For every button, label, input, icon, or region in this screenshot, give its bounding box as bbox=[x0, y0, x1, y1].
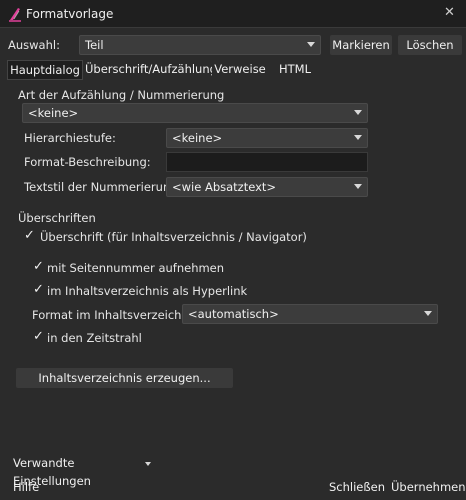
tab-html[interactable]: HTML bbox=[269, 60, 321, 80]
chevron-down-icon bbox=[424, 311, 432, 316]
toc-heading-label: Überschrift (für Inhaltsverzeichnis / Na… bbox=[40, 230, 307, 244]
related-settings-button[interactable]: Verwandte Einstellungen bbox=[8, 453, 154, 488]
tab-references[interactable]: Verweise bbox=[212, 60, 268, 80]
page-number-label: mit Seitennummer aufnehmen bbox=[47, 261, 225, 275]
toc-format-dropdown[interactable]: <automatisch> bbox=[182, 304, 438, 324]
app-logo-icon bbox=[9, 8, 21, 22]
toc-heading-checkbox[interactable]: ✓ bbox=[24, 228, 35, 243]
selection-value: Teil bbox=[85, 38, 104, 52]
chevron-down-icon bbox=[354, 135, 362, 140]
help-button[interactable]: Hilfe bbox=[8, 477, 44, 497]
mark-button[interactable]: Markieren bbox=[330, 35, 392, 55]
apply-button[interactable]: Übernehmen bbox=[390, 477, 466, 497]
hyperlink-label: im Inhaltsverzeichnis als Hyperlink bbox=[47, 284, 248, 298]
numbering-type-value: <keine> bbox=[28, 106, 79, 120]
close-button[interactable]: Schließen bbox=[328, 477, 385, 497]
selection-dropdown[interactable]: Teil bbox=[79, 35, 321, 55]
numbering-textstyle-label: Textstil der Nummerierung: bbox=[24, 180, 182, 194]
tab-heading-numbering[interactable]: Überschrift/Aufzählung bbox=[85, 60, 217, 80]
delete-button[interactable]: Löschen bbox=[398, 35, 462, 55]
hierarchy-level-value: <keine> bbox=[172, 131, 223, 145]
tab-main-dialog[interactable]: Hauptdialog bbox=[7, 60, 83, 80]
numbering-section-title: Art der Aufzählung / Nummerierung bbox=[18, 88, 225, 102]
chevron-down-icon bbox=[354, 110, 362, 115]
page-number-checkbox[interactable]: ✓ bbox=[33, 259, 44, 274]
numbering-textstyle-value: <wie Absatztext> bbox=[172, 180, 277, 194]
toc-format-label: Format im Inhaltsverzeichnis: bbox=[32, 308, 202, 322]
window-title: Formatvorlage bbox=[26, 7, 114, 21]
close-icon[interactable]: ✕ bbox=[444, 5, 455, 20]
selection-label: Auswahl: bbox=[8, 38, 60, 52]
format-description-label: Format-Beschreibung: bbox=[24, 155, 151, 169]
chevron-down-icon bbox=[307, 42, 315, 47]
timeline-checkbox[interactable]: ✓ bbox=[33, 329, 44, 344]
headings-section-title: Überschriften bbox=[18, 211, 96, 225]
numbering-textstyle-dropdown[interactable]: <wie Absatztext> bbox=[166, 177, 368, 197]
numbering-type-dropdown[interactable]: <keine> bbox=[22, 103, 368, 123]
hierarchy-level-dropdown[interactable]: <keine> bbox=[166, 128, 368, 148]
chevron-down-icon bbox=[354, 184, 362, 189]
format-description-field[interactable] bbox=[166, 152, 368, 172]
toc-format-value: <automatisch> bbox=[188, 307, 279, 321]
generate-toc-button[interactable]: Inhaltsverzeichnis erzeugen... bbox=[16, 368, 233, 388]
chevron-down-icon bbox=[145, 462, 151, 466]
timeline-label: in den Zeitstrahl bbox=[47, 331, 142, 345]
hyperlink-checkbox[interactable]: ✓ bbox=[33, 282, 44, 297]
hierarchy-level-label: Hierarchiestufe: bbox=[24, 131, 116, 145]
